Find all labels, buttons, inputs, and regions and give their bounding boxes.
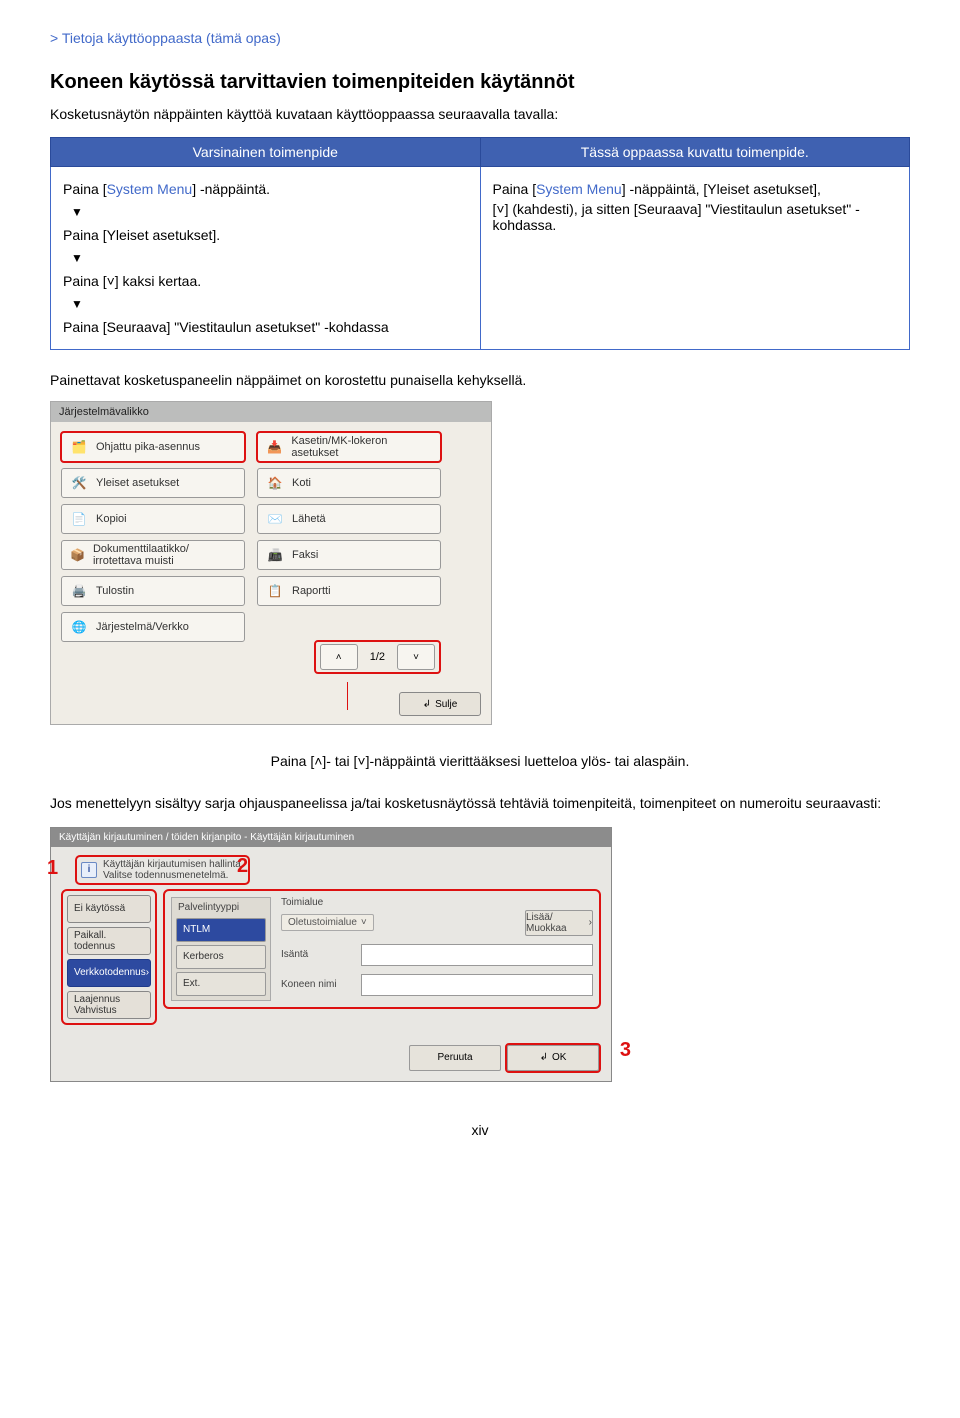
menu-item-fax[interactable]: 📠 Faksi bbox=[257, 540, 441, 570]
pager-group: ˄ 1/2 ˅ bbox=[314, 640, 441, 674]
fax-icon: 📠 bbox=[266, 546, 284, 564]
table-header-left: Varsinainen toimenpide bbox=[51, 138, 481, 167]
printer-icon: 🖨️ bbox=[70, 582, 88, 600]
info-text: Käyttäjän kirjautumisen hallinta. Valits… bbox=[103, 859, 244, 881]
ok-button[interactable]: ↲ OK bbox=[507, 1045, 599, 1071]
panel-caption: Painettavat kosketuspaneelin näppäimet o… bbox=[50, 370, 910, 391]
menu-item-home[interactable]: 🏠 Koti bbox=[257, 468, 441, 498]
machine-name-label: Koneen nimi bbox=[281, 979, 351, 990]
settings-panel: Palvelintyyppi NTLM Kerberos Ext. Toimia… bbox=[165, 891, 599, 1007]
screenshot-system-menu: Järjestelmävalikko 🗂️ Ohjattu pika-asenn… bbox=[50, 401, 492, 725]
menu-item-send[interactable]: ✉️ Lähetä bbox=[257, 504, 441, 534]
screenshot-title: Järjestelmävalikko bbox=[51, 402, 491, 422]
arrow-down-icon: ▼ bbox=[71, 297, 83, 311]
chevron-down-icon: ˅ bbox=[496, 201, 504, 217]
menu-item-quick-setup[interactable]: 🗂️ Ohjattu pika-asennus bbox=[61, 432, 245, 462]
server-type-label: Palvelintyyppi bbox=[176, 902, 266, 915]
home-icon: 🏠 bbox=[266, 474, 284, 492]
arrow-down-icon: ▼ bbox=[71, 205, 83, 219]
screenshot2-title: Käyttäjän kirjautuminen / töiden kirjanp… bbox=[51, 828, 611, 847]
numbered-steps-intro: Jos menettelyyn sisältyy sarja ohjauspan… bbox=[50, 793, 910, 815]
tools-icon: 🛠️ bbox=[70, 474, 88, 492]
tray-icon: 📥 bbox=[266, 438, 283, 456]
tab-extension-auth[interactable]: Laajennus Vahvistus bbox=[67, 991, 151, 1019]
domain-label: Toimialue bbox=[281, 897, 351, 908]
copy-icon: 📄 bbox=[70, 510, 88, 528]
menu-item-copy[interactable]: 📄 Kopioi bbox=[61, 504, 245, 534]
page-number: xiv bbox=[50, 1122, 910, 1138]
table-body-right: Paina [System Menu] -näppäintä, [Yleiset… bbox=[480, 167, 910, 350]
page-down-button[interactable]: ˅ bbox=[397, 644, 435, 670]
enter-icon: ↲ bbox=[423, 699, 431, 710]
folder-icon: 🗂️ bbox=[70, 438, 88, 456]
section-title: Koneen käytössä tarvittavien toimenpitei… bbox=[50, 71, 910, 94]
callout-line bbox=[347, 682, 348, 710]
server-option-ntlm[interactable]: NTLM bbox=[176, 918, 266, 942]
table-body-left: Paina [System Menu] -näppäintä. ▼ Paina … bbox=[51, 167, 481, 350]
chevron-up-icon: ˄ bbox=[336, 652, 342, 663]
arrow-down-icon: ▼ bbox=[71, 251, 83, 265]
chevron-down-icon: ˅ bbox=[361, 917, 367, 928]
menu-item-report[interactable]: 📋 Raportti bbox=[257, 576, 441, 606]
report-icon: 📋 bbox=[266, 582, 284, 600]
tabs-column: Ei käytössä Paikall. todennus Verkkotode… bbox=[63, 891, 155, 1023]
comparison-table: Varsinainen toimenpide Tässä oppaassa ku… bbox=[50, 137, 910, 350]
chevron-down-icon: ˅ bbox=[413, 652, 419, 663]
screenshot-login-settings: Käyttäjän kirjautuminen / töiden kirjanp… bbox=[50, 827, 612, 1082]
box-icon: 📦 bbox=[70, 546, 85, 564]
tab-network-auth[interactable]: Verkkotodennus › bbox=[67, 959, 151, 987]
cancel-button[interactable]: Peruuta bbox=[409, 1045, 501, 1071]
tab-off[interactable]: Ei käytössä bbox=[67, 895, 151, 923]
close-button[interactable]: ↲ Sulje bbox=[399, 692, 481, 716]
chevron-right-icon: › bbox=[589, 917, 592, 928]
server-type-box: Palvelintyyppi NTLM Kerberos Ext. bbox=[171, 897, 271, 1001]
menu-item-general-settings[interactable]: 🛠️ Yleiset asetukset bbox=[61, 468, 245, 498]
info-icon: i bbox=[81, 862, 97, 878]
pager-note: Paina [˄]- tai [˅]-näppäintä vierittääks… bbox=[50, 753, 910, 769]
add-edit-button[interactable]: Lisää/ Muokkaa › bbox=[525, 910, 593, 936]
domain-dropdown[interactable]: Oletustoimialue ˅ bbox=[281, 914, 374, 931]
table-header-right: Tässä oppaassa kuvattu toimenpide. bbox=[480, 138, 910, 167]
menu-item-printer[interactable]: 🖨️ Tulostin bbox=[61, 576, 245, 606]
step-number-1: 1 bbox=[47, 857, 58, 880]
server-option-kerberos[interactable]: Kerberos bbox=[176, 945, 266, 969]
chevron-down-icon: ˅ bbox=[357, 753, 365, 769]
host-label: Isäntä bbox=[281, 949, 351, 960]
machine-name-input[interactable] bbox=[361, 974, 593, 996]
send-icon: ✉️ bbox=[266, 510, 284, 528]
network-icon: 🌐 bbox=[70, 618, 88, 636]
enter-icon: ↲ bbox=[540, 1052, 548, 1063]
step-number-2: 2 bbox=[237, 855, 248, 878]
chevron-down-icon: ˅ bbox=[107, 273, 115, 289]
chevron-right-icon: › bbox=[146, 967, 149, 978]
page-up-button[interactable]: ˄ bbox=[320, 644, 358, 670]
intro-text: Kosketusnäytön näppäinten käyttöä kuvata… bbox=[50, 104, 910, 125]
breadcrumb: > Tietoja käyttöoppaasta (tämä opas) bbox=[50, 30, 910, 46]
tab-local-auth[interactable]: Paikall. todennus bbox=[67, 927, 151, 955]
menu-item-cassette-settings[interactable]: 📥 Kasetin/MK-lokeron asetukset bbox=[257, 432, 441, 462]
step-number-3: 3 bbox=[620, 1039, 631, 1062]
server-option-ext[interactable]: Ext. bbox=[176, 972, 266, 996]
page-indicator: 1/2 bbox=[364, 651, 391, 663]
menu-item-system-network[interactable]: 🌐 Järjestelmä/Verkko bbox=[61, 612, 245, 642]
menu-item-document-box[interactable]: 📦 Dokumenttilaatikko/ irrotettava muisti bbox=[61, 540, 245, 570]
host-input[interactable] bbox=[361, 944, 593, 966]
